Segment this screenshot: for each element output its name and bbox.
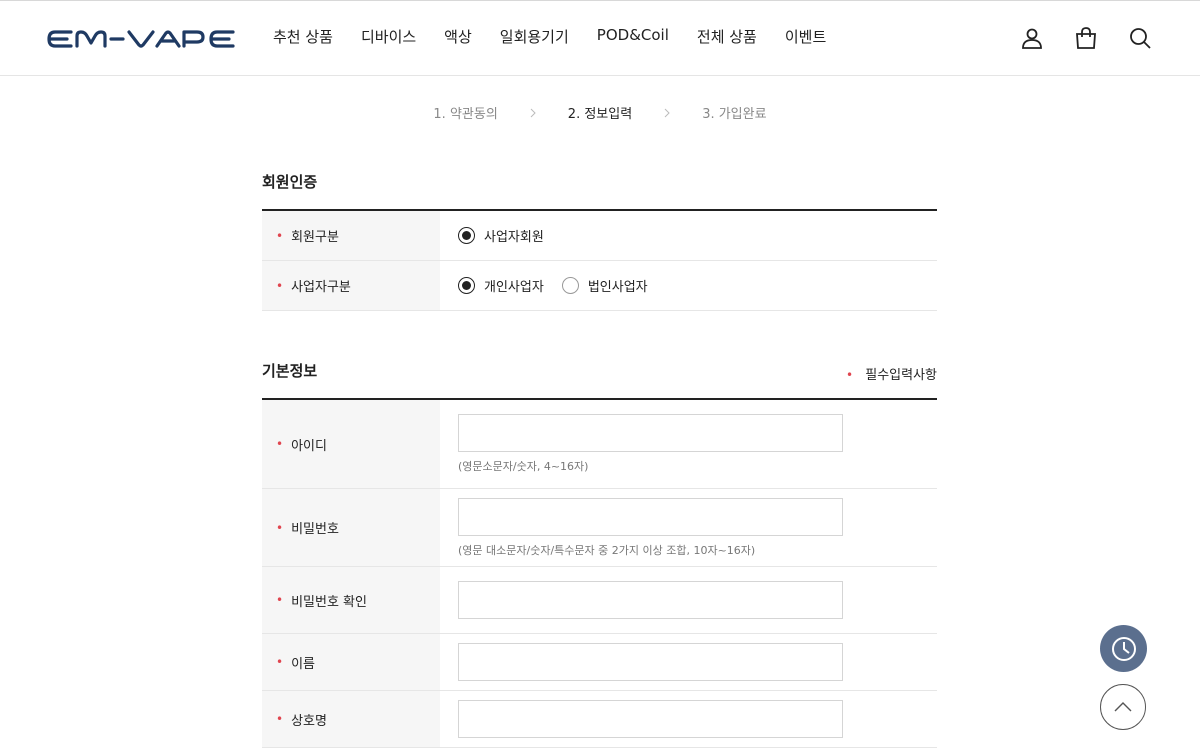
userid-input[interactable]: [458, 414, 843, 452]
company-field: [440, 691, 937, 747]
company-row: • 상호명: [262, 691, 937, 748]
nav-devices[interactable]: 디바이스: [361, 26, 416, 47]
chevron-right-icon: [664, 108, 670, 117]
chevron-right-icon: [530, 108, 536, 117]
required-dot-icon: •: [276, 437, 284, 451]
password-confirm-label: • 비밀번호 확인: [262, 567, 440, 633]
password-label-text: 비밀번호: [291, 522, 339, 537]
required-note: • 필수입력사항: [846, 364, 937, 383]
password-confirm-label-text: 비밀번호 확인: [291, 594, 367, 610]
password-field: (영문 대소문자/숫자/특수문자 중 2가지 이상 조합, 10자~16자): [440, 489, 937, 566]
member-type-row: • 회원구분 사업자회원: [262, 211, 937, 261]
company-input[interactable]: [458, 700, 843, 738]
company-label-text: 상호명: [291, 713, 327, 729]
chevron-up-icon: [1114, 702, 1132, 712]
radio-business-member-label: 사업자회원: [484, 230, 544, 245]
scroll-top-button[interactable]: [1100, 684, 1146, 730]
step-complete: 3. 가입완료: [702, 107, 767, 122]
header-icons: [1020, 26, 1152, 50]
auth-section-title: 회원인증: [262, 173, 318, 191]
radio-corporate-business-label: 법인사업자: [587, 280, 648, 295]
required-dot-icon: •: [276, 520, 284, 535]
name-input[interactable]: [458, 643, 843, 681]
member-type-label-text: 회원구분: [291, 230, 339, 245]
nav-recommended[interactable]: 추천 상품: [273, 26, 333, 47]
search-icon[interactable]: [1128, 26, 1152, 50]
required-dot-icon: •: [276, 655, 284, 669]
radio-checked-icon[interactable]: [458, 227, 475, 244]
radio-individual-business[interactable]: 개인사업자: [458, 276, 544, 295]
password-confirm-field: [440, 567, 937, 633]
required-dot-icon: •: [276, 228, 284, 243]
nav-pod-coil[interactable]: POD&Coil: [597, 26, 669, 47]
radio-corporate-business[interactable]: 법인사업자: [561, 276, 648, 295]
nav-all-products[interactable]: 전체 상품: [697, 26, 757, 47]
business-type-label-text: 사업자구분: [291, 280, 351, 295]
password-row: • 비밀번호 (영문 대소문자/숫자/특수문자 중 2가지 이상 조합, 10자…: [262, 489, 937, 567]
password-confirm-row: • 비밀번호 확인: [262, 567, 937, 634]
radio-checked-icon[interactable]: [458, 277, 475, 294]
recent-view-button[interactable]: [1100, 625, 1147, 672]
userid-label: • 아이디: [262, 400, 440, 488]
userid-row: • 아이디 (영문소문자/숫자, 4~16자): [262, 400, 937, 489]
required-dot-icon: •: [276, 278, 284, 293]
step-info: 2. 정보입력: [567, 107, 633, 122]
basic-info-table: • 아이디 (영문소문자/숫자, 4~16자) • 비밀번호 (영문 대소문자/…: [262, 398, 937, 748]
cart-icon[interactable]: [1074, 26, 1098, 50]
member-type-field: 사업자회원: [440, 211, 937, 260]
required-dot-icon: •: [276, 593, 284, 607]
auth-table: • 회원구분 사업자회원 • 사업자구분 개인사업자 법인사업자: [262, 209, 937, 311]
basic-section-title: 기본정보: [262, 362, 318, 380]
userid-hint: (영문소문자/숫자, 4~16자): [458, 460, 589, 473]
user-icon[interactable]: [1020, 26, 1044, 50]
member-type-label: • 회원구분: [262, 211, 440, 260]
radio-business-member[interactable]: 사업자회원: [458, 226, 544, 245]
name-row: • 이름: [262, 634, 937, 691]
password-input[interactable]: [458, 497, 843, 536]
required-note-text: 필수입력사항: [865, 368, 937, 383]
name-label: • 이름: [262, 634, 440, 690]
business-type-field: 개인사업자 법인사업자: [440, 261, 937, 310]
company-label: • 상호명: [262, 691, 440, 747]
password-hint: (영문 대소문자/숫자/특수문자 중 2가지 이상 조합, 10자~16자): [458, 543, 756, 557]
em-vape-logo[interactable]: [47, 27, 237, 51]
radio-unchecked-icon[interactable]: [561, 277, 579, 294]
userid-field: (영문소문자/숫자, 4~16자): [440, 400, 937, 488]
clock-icon: [1111, 636, 1136, 661]
nav-liquid[interactable]: 액상: [444, 26, 472, 47]
main-nav: 추천 상품 디바이스 액상 일회용기기 POD&Coil 전체 상품 이벤트: [273, 26, 826, 47]
userid-label-text: 아이디: [291, 438, 327, 454]
site-header: 추천 상품 디바이스 액상 일회용기기 POD&Coil 전체 상품 이벤트: [0, 1, 1200, 76]
nav-events[interactable]: 이벤트: [785, 26, 826, 47]
name-label-text: 이름: [291, 656, 315, 672]
name-field: [440, 634, 937, 690]
password-confirm-input[interactable]: [458, 581, 843, 619]
step-terms: 1. 약관동의: [433, 107, 498, 122]
business-type-radio-group: 개인사업자 법인사업자: [458, 276, 937, 295]
nav-disposable[interactable]: 일회용기기: [500, 26, 569, 47]
password-label: • 비밀번호: [262, 489, 440, 566]
business-type-label: • 사업자구분: [262, 261, 440, 310]
business-type-row: • 사업자구분 개인사업자 법인사업자: [262, 261, 937, 311]
radio-individual-business-label: 개인사업자: [484, 280, 544, 295]
required-dot-icon: •: [846, 368, 854, 382]
member-type-radio-group: 사업자회원: [458, 226, 937, 245]
signup-steps: 1. 약관동의 2. 정보입력 3. 가입완료: [0, 103, 1200, 122]
required-dot-icon: •: [276, 712, 284, 726]
